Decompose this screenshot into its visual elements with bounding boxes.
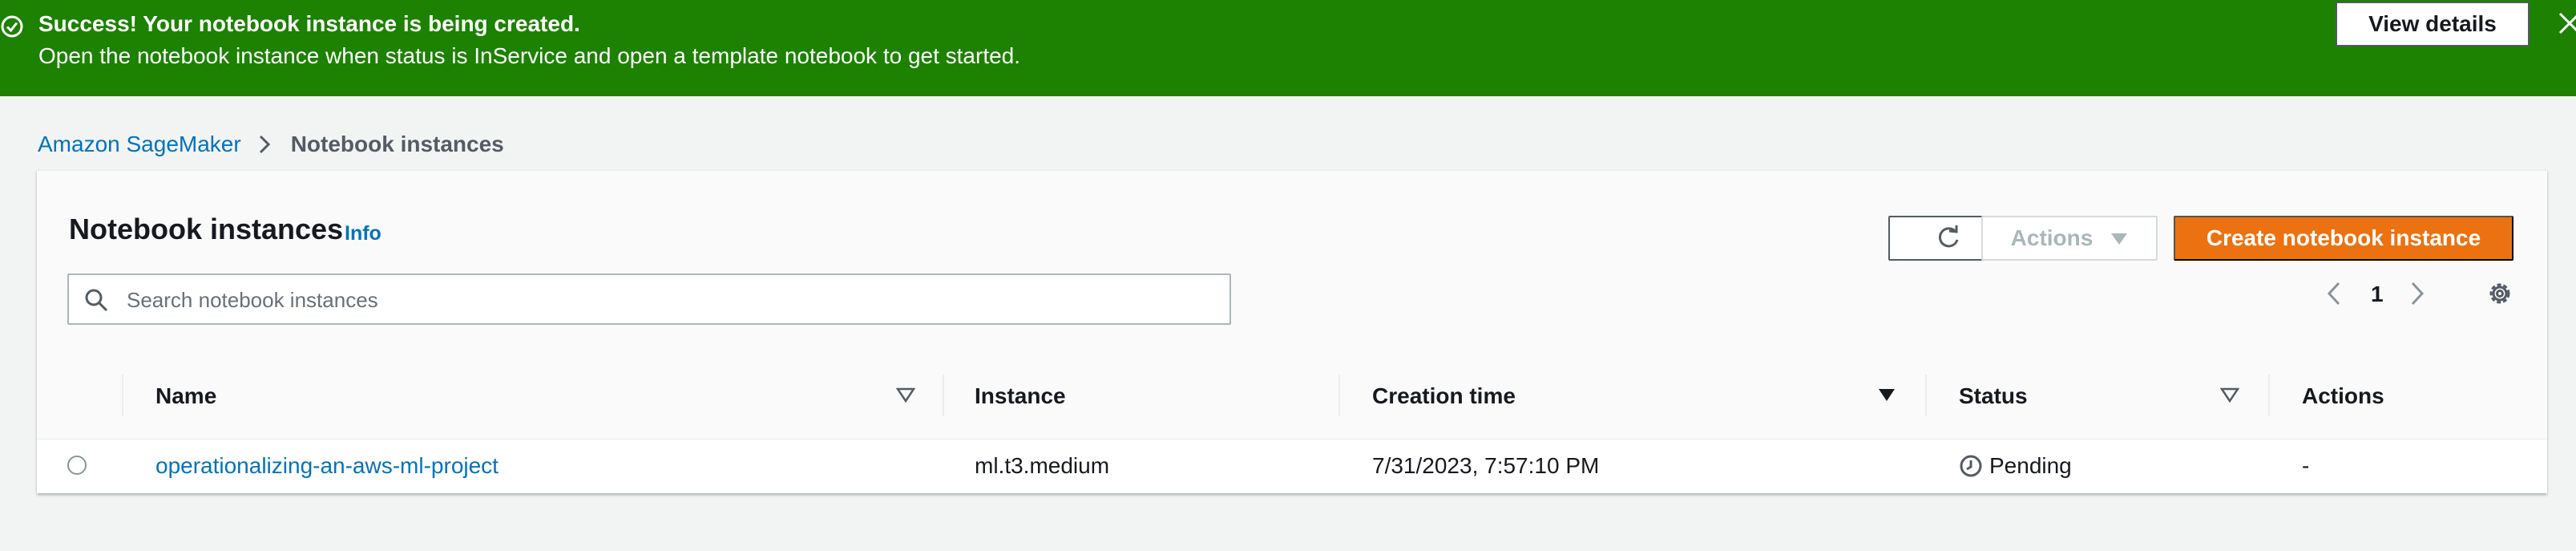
- row-actions: -: [2302, 453, 2310, 478]
- chevron-right-icon[interactable]: [2409, 280, 2425, 311]
- chevron-left-icon[interactable]: [2326, 280, 2342, 311]
- success-check-icon: [0, 14, 24, 38]
- table-row[interactable]: operationalizing-an-aws-ml-project ml.t3…: [37, 440, 2547, 492]
- flash-title: Success! Your notebook instance is being…: [38, 11, 580, 36]
- status-text: Pending: [1989, 453, 2072, 478]
- info-link[interactable]: Info: [345, 222, 382, 245]
- column-divider: [1925, 375, 1927, 416]
- column-header-instance[interactable]: Instance: [975, 354, 1066, 439]
- gear-icon[interactable]: [2486, 280, 2513, 311]
- column-header-actions: Actions: [2302, 383, 2384, 408]
- column-divider: [1338, 375, 1340, 416]
- instance-type: ml.t3.medium: [975, 453, 1110, 478]
- status-badge: Pending: [1959, 440, 2072, 492]
- panel-header: Notebook instances Info Actions Create n…: [37, 171, 2547, 355]
- chevron-right-icon: [257, 133, 272, 156]
- caret-down-icon: [2110, 225, 2128, 251]
- column-header-creation-time[interactable]: Creation time: [1372, 354, 1516, 439]
- sort-icon[interactable]: [2219, 387, 2240, 407]
- actions-label: Actions: [2010, 225, 2094, 250]
- creation-time: 7/31/2023, 7:57:10 PM: [1372, 453, 1600, 478]
- row-select-radio[interactable]: [67, 456, 87, 475]
- search-field[interactable]: [67, 273, 1231, 325]
- column-divider: [943, 375, 944, 416]
- refresh-icon: [1935, 224, 1962, 253]
- close-icon[interactable]: [2554, 11, 2576, 35]
- sort-descending-icon[interactable]: [1877, 387, 1896, 407]
- flash-message: Open the notebook instance when status i…: [38, 43, 1021, 68]
- column-header-status[interactable]: Status: [1959, 354, 2028, 439]
- page-number[interactable]: 1: [2371, 282, 2384, 307]
- breadcrumb: Amazon SageMaker Notebook instances: [38, 132, 504, 157]
- search-input[interactable]: [125, 275, 1218, 325]
- actions-dropdown[interactable]: Actions: [1981, 216, 2158, 261]
- create-notebook-instance-button[interactable]: Create notebook instance: [2174, 216, 2513, 261]
- breadcrumb-current: Notebook instances: [290, 132, 504, 156]
- breadcrumb-sagemaker-link[interactable]: Amazon SageMaker: [38, 132, 241, 157]
- view-details-button[interactable]: View details: [2336, 2, 2530, 47]
- column-divider: [122, 375, 123, 416]
- success-flash-banner: Success! Your notebook instance is being…: [0, 0, 2576, 96]
- column-divider: [2268, 375, 2270, 416]
- clock-icon: [1959, 454, 1983, 478]
- notebook-name-link[interactable]: operationalizing-an-aws-ml-project: [155, 440, 499, 492]
- page-title: Notebook instances: [69, 213, 344, 245]
- column-header-name[interactable]: Name: [155, 354, 216, 439]
- sort-icon[interactable]: [895, 387, 916, 407]
- notebook-instances-panel: Notebook instances Info Actions Create n…: [37, 170, 2547, 493]
- search-icon: [83, 287, 109, 317]
- table-header: Name Instance Creation time Status Actio…: [37, 354, 2547, 440]
